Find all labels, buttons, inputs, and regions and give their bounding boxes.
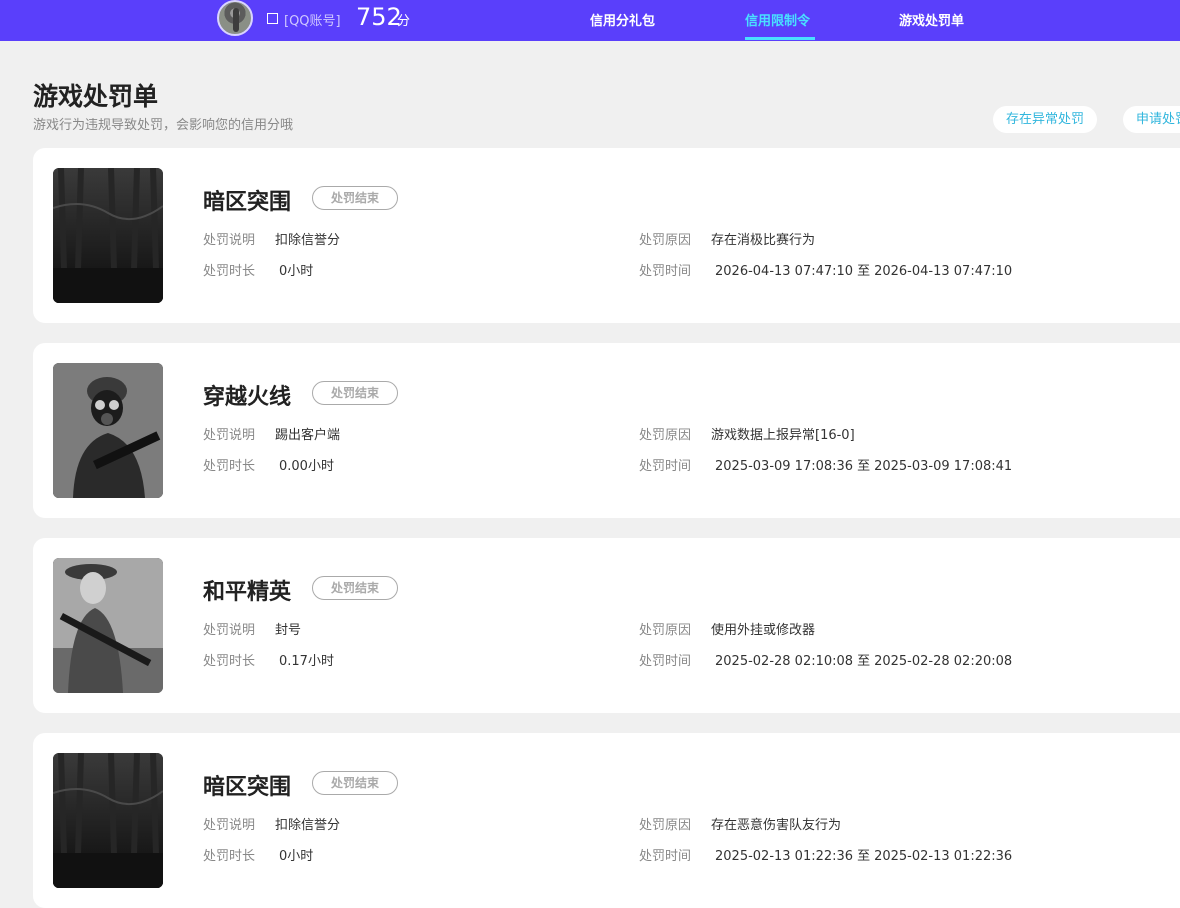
active-tab-indicator (745, 37, 815, 40)
penalty-reason-value: 使用外挂或修改器 (711, 623, 816, 638)
credit-score-unit: 分 (397, 14, 411, 29)
penalty-reason-label: 处罚原因 (639, 233, 692, 248)
penalty-duration-value: 0小时 (279, 264, 314, 279)
penalty-desc-label: 处罚说明 (203, 818, 256, 833)
penalty-desc-value: 扣除信誉分 (275, 233, 341, 248)
credit-score: 752 (356, 3, 402, 31)
penalty-duration-label: 处罚时长 (203, 654, 256, 669)
penalty-start-time: 2026-04-13 07:47:10 (715, 264, 854, 279)
penalty-start-time: 2025-03-09 17:08:36 (715, 459, 854, 474)
penalty-time-range: 2025-02-13 01:22:36 至 2025-02-13 01:22:36 (715, 845, 1012, 864)
penalty-time-label: 处罚时间 (639, 849, 692, 864)
penalty-desc-value: 扣除信誉分 (275, 818, 341, 833)
apply-penalty-button[interactable]: 申请处罚 (1123, 106, 1180, 133)
forest-game-icon (53, 168, 163, 303)
penalty-duration-value: 0小时 (279, 849, 314, 864)
penalty-reason-value: 存在消极比赛行为 (711, 233, 816, 248)
penalty-duration-label: 处罚时长 (203, 849, 256, 864)
report-abnormal-penalty-button[interactable]: 存在异常处罚 (993, 106, 1098, 133)
penalty-desc-label: 处罚说明 (203, 623, 256, 638)
penalty-time-range: 2026-04-13 07:47:10 至 2026-04-13 07:47:10 (715, 260, 1012, 279)
penalty-reason-label: 处罚原因 (639, 818, 692, 833)
avatar[interactable] (217, 0, 253, 36)
nav-tab-credit-restriction[interactable]: 信用限制令 (745, 10, 810, 29)
forest-game-icon (53, 753, 163, 888)
penalty-end-time: 2025-02-28 02:20:08 (874, 654, 1013, 669)
penalty-end-time: 2026-04-13 07:47:10 (874, 264, 1013, 279)
game-name: 和平精英 (203, 580, 292, 605)
game-name: 暗区突围 (203, 775, 292, 800)
nav-tab-game-penalty[interactable]: 游戏处罚单 (899, 10, 964, 29)
penalty-time-range: 2025-02-28 02:10:08 至 2025-02-28 02:20:08 (715, 650, 1012, 669)
penalty-desc-label: 处罚说明 (203, 233, 256, 248)
time-range-separator: 至 (857, 654, 871, 669)
penalty-reason-label: 处罚原因 (639, 428, 692, 443)
soldier-gasmask-icon (53, 363, 163, 498)
penalty-reason-value: 游戏数据上报异常[16-0] (711, 428, 855, 443)
penalty-card: 暗区突围 处罚结束处罚说明 扣除信誉分处罚时长 0小时 处罚原因 存在消极比赛行为处罚时间… (33, 148, 1180, 323)
status-badge: 处罚结束 (312, 186, 398, 210)
top-nav-bar: [QQ账号] 752 分 信用分礼包 信用限制令 游戏处罚单 (0, 0, 1180, 41)
penalty-desc-label: 处罚说明 (203, 428, 256, 443)
penalty-duration-label: 处罚时长 (203, 459, 256, 474)
account-type-label: [QQ账号] (284, 14, 341, 29)
penalty-start-time: 2025-02-13 01:22:36 (715, 849, 854, 864)
page-title: 游戏处罚单 (33, 82, 159, 111)
penalty-reason-label: 处罚原因 (639, 623, 692, 638)
soldier-rifle-icon (53, 558, 163, 693)
time-range-separator: 至 (857, 459, 871, 474)
penalty-time-range: 2025-03-09 17:08:36 至 2025-03-09 17:08:41 (715, 455, 1012, 474)
game-name: 穿越火线 (203, 385, 292, 410)
penalty-start-time: 2025-02-28 02:10:08 (715, 654, 854, 669)
page-subtitle: 游戏行为违规导致处罚，会影响您的信用分哦 (33, 118, 294, 133)
penalty-end-time: 2025-02-13 01:22:36 (874, 849, 1013, 864)
penalty-duration-label: 处罚时长 (203, 264, 256, 279)
penalty-desc-value: 封号 (275, 623, 302, 638)
penalty-reason-value: 存在恶意伤害队友行为 (711, 818, 842, 833)
account-checkbox[interactable] (267, 13, 278, 24)
penalty-card: 和平精英 处罚结束处罚说明 封号处罚时长 0.17小时 处罚原因 使用外挂或修改器处罚时间… (33, 538, 1180, 713)
status-badge: 处罚结束 (312, 771, 398, 795)
status-badge: 处罚结束 (312, 381, 398, 405)
penalty-card: 暗区突围 处罚结束处罚说明 扣除信誉分处罚时长 0小时 处罚原因 存在恶意伤害队友行为处罚… (33, 733, 1180, 908)
status-badge: 处罚结束 (312, 576, 398, 600)
penalty-card: 穿越火线 处罚结束处罚说明 踢出客户端处罚时长 0.00小时 处罚原因 游戏数据上报异常[… (33, 343, 1180, 518)
time-range-separator: 至 (857, 264, 871, 279)
penalty-time-label: 处罚时间 (639, 654, 692, 669)
penalty-time-label: 处罚时间 (639, 264, 692, 279)
penalty-desc-value: 踢出客户端 (275, 428, 341, 443)
penalty-duration-value: 0.00小时 (279, 459, 334, 474)
penalty-end-time: 2025-03-09 17:08:41 (874, 459, 1013, 474)
time-range-separator: 至 (857, 849, 871, 864)
penalty-duration-value: 0.17小时 (279, 654, 334, 669)
nav-tab-credit-gift[interactable]: 信用分礼包 (590, 10, 655, 29)
game-name: 暗区突围 (203, 190, 292, 215)
penalty-time-label: 处罚时间 (639, 459, 692, 474)
